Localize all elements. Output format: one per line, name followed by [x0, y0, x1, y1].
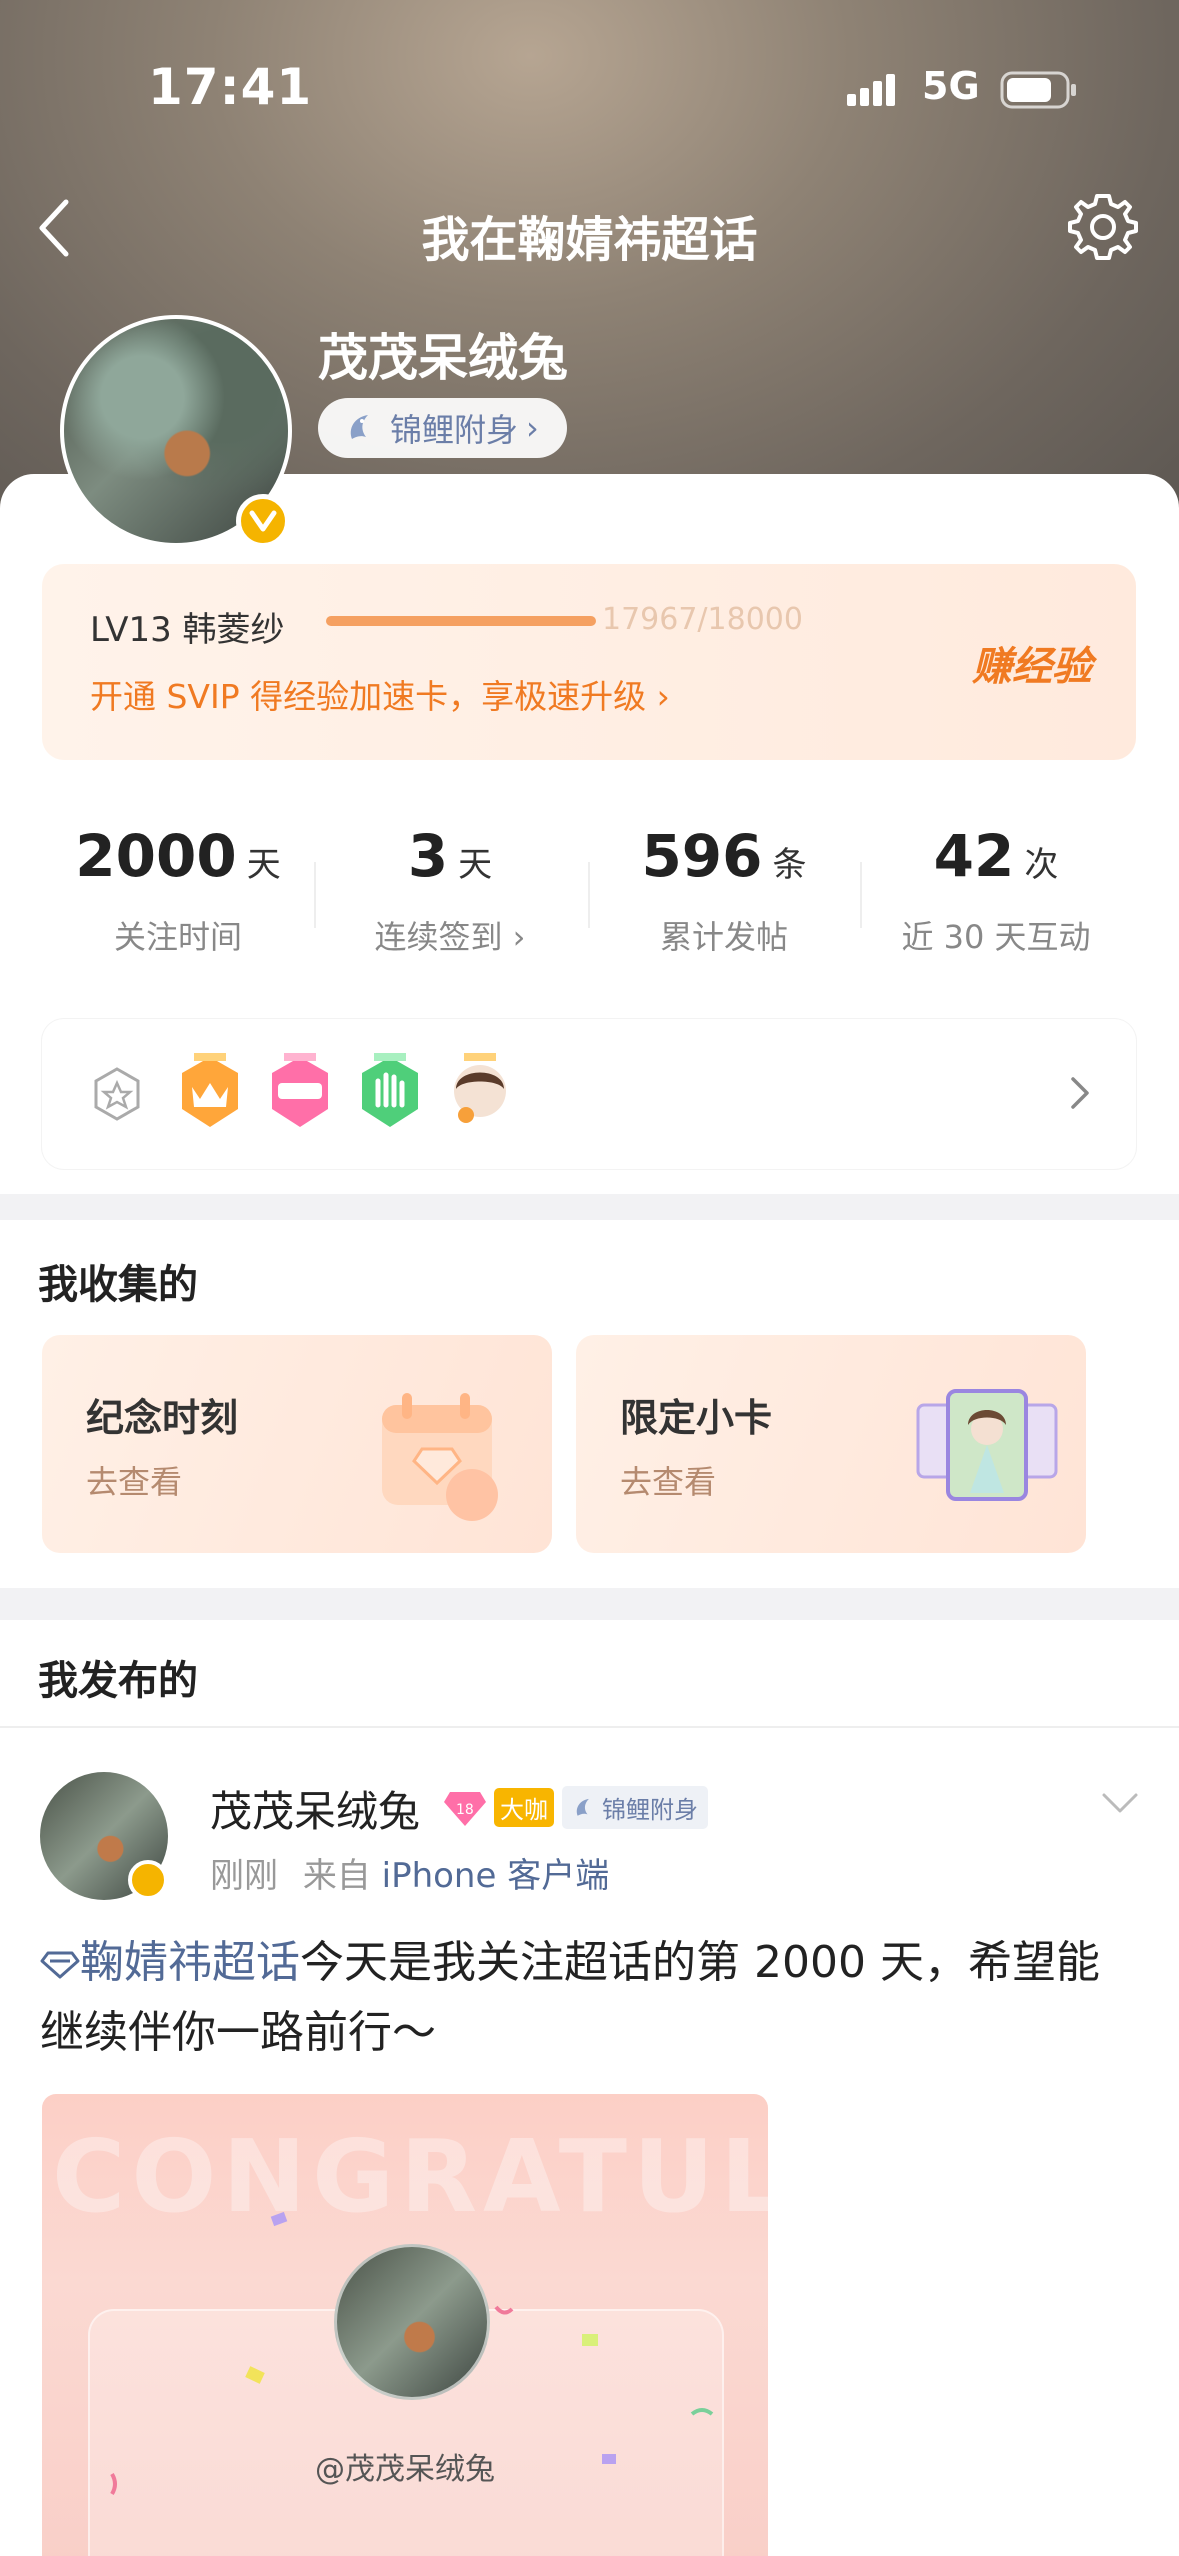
nav-bar: 我在鞠婧祎超话: [0, 178, 1179, 278]
post-author-tags: 18 大咖 锦鲤附身: [442, 1786, 708, 1829]
stat-label: 连续签到 ›: [374, 918, 526, 956]
stat-label: 累计发帖: [659, 918, 788, 956]
koi-badge-button[interactable]: 锦鲤附身 ›: [318, 398, 567, 458]
koi-tag: 锦鲤附身: [562, 1786, 708, 1829]
stat-value: 596: [641, 822, 763, 890]
level-progress-text: 17967/18000: [602, 602, 803, 637]
medals-row[interactable]: [42, 1019, 1136, 1169]
stat-unit: 天: [246, 845, 281, 885]
stats-panel: 2000 天 关注时间 3天 连续签到 › 596 条 累计发帖 42 次 近 30 …: [42, 790, 1136, 990]
koi-tag-label: 锦鲤附身: [602, 1796, 698, 1824]
section-title: 我发布的: [38, 1658, 198, 1704]
cellular-signal-icon: [847, 74, 895, 106]
stat-interactions: 42 次 近 30 天互动: [860, 822, 1132, 958]
collections-section: 我收集的 纪念时刻 去查看 限定小卡 去查看: [0, 1220, 1179, 1588]
post-author-name[interactable]: 茂茂呆绒兔: [210, 1778, 420, 1839]
level-label: LV13 韩菱纱: [90, 610, 285, 650]
calendar-gift-icon: [382, 1393, 498, 1521]
commemorative-moments-card[interactable]: 纪念时刻 去查看: [42, 1335, 552, 1553]
stat-value: 42: [933, 822, 1015, 890]
card-title: 纪念时刻: [86, 1396, 239, 1440]
koi-fish-icon: [350, 415, 368, 439]
post-meta: 刚刚 来自 iPhone 客户端: [210, 1848, 609, 1897]
stat-follow-days: 2000 天 关注时间: [42, 822, 314, 958]
settings-gear-icon[interactable]: [1066, 190, 1140, 264]
level-medal-icon: [272, 1053, 328, 1127]
post-time: 刚刚: [210, 1856, 278, 1896]
battery-icon: [1000, 71, 1076, 109]
stat-unit: 天: [458, 845, 493, 885]
stat-value: 2000: [75, 822, 237, 890]
status-time: 17:41: [148, 58, 313, 116]
stat-unit: 条: [772, 845, 807, 885]
level-card[interactable]: LV13 韩菱纱 17967/18000 开通 SVIP 得经验加速卡，享极速升…: [42, 564, 1136, 760]
stat-value: 3: [407, 822, 449, 890]
character-medal-icon: [454, 1053, 506, 1123]
stat-label: 近 30 天互动: [901, 918, 1091, 956]
divider: [0, 1726, 1179, 1728]
profile-username: 茂茂呆绒兔: [318, 329, 568, 387]
verified-badge-icon: [128, 1860, 168, 1900]
stat-checkin-streak[interactable]: 3天 连续签到 ›: [314, 822, 586, 958]
level-tag-text: 18: [456, 1802, 474, 1818]
vip-tag: 大咖: [494, 1788, 554, 1827]
supertopic-link[interactable]: 鞠婧祎超话: [80, 1937, 300, 1988]
svip-promo-link[interactable]: 开通 SVIP 得经验加速卡，享极速升级 ›: [90, 670, 670, 718]
limited-cards-card[interactable]: 限定小卡 去查看: [576, 1335, 1086, 1553]
post-content: 鞠婧祎超话今天是我关注超话的第 2000 天，希望能继续伴你一路前行～: [40, 1928, 1140, 2068]
image-avatar: [334, 2244, 490, 2400]
medal-shelf-icon: [94, 1067, 140, 1121]
post-device[interactable]: iPhone 客户端: [382, 1856, 610, 1896]
koi-fish-icon: [576, 1798, 589, 1816]
card-action: 去查看: [620, 1463, 717, 1501]
crown-medal-icon: [182, 1053, 238, 1127]
hand-medal-icon: [362, 1053, 418, 1127]
card-title: 限定小卡: [620, 1396, 773, 1440]
stat-unit: 次: [1024, 845, 1059, 885]
my-posts-section: 我发布的 茂茂呆绒兔 18 大咖 锦鲤附身 刚刚 来自 iPhone 客户端 鞠…: [0, 1620, 1179, 2556]
photo-cards-icon: [916, 1389, 1058, 1501]
diamond-level-icon: 18: [444, 1791, 486, 1826]
image-handle: @茂茂呆绒兔: [315, 2452, 495, 2487]
stat-label: 关注时间: [113, 918, 242, 956]
supertopic-icon: [40, 1951, 80, 1979]
stat-posts: 596 条 累计发帖: [588, 822, 860, 958]
earn-exp-button[interactable]: 赚经验: [972, 634, 1092, 692]
status-bar: 17:41 5G: [0, 58, 1179, 118]
page-title: 我在鞠婧祎超话: [421, 212, 758, 268]
section-title: 我收集的: [38, 1262, 198, 1308]
koi-badge-label: 锦鲤附身: [390, 411, 519, 449]
level-progress-bar: [326, 616, 596, 626]
chevron-right-icon: ›: [526, 409, 539, 447]
card-action: 去查看: [86, 1463, 183, 1501]
post-image[interactable]: CONGRATULATE @茂茂呆绒兔: [42, 2094, 768, 2556]
verified-badge-icon: [236, 494, 290, 548]
chevron-right-icon: [1071, 1077, 1089, 1109]
post-from-prefix: 来自: [302, 1856, 371, 1896]
chevron-down-icon[interactable]: [1100, 1790, 1140, 1816]
profile-sheet: LV13 韩菱纱 17967/18000 开通 SVIP 得经验加速卡，享极速升…: [0, 474, 1179, 1194]
network-type: 5G: [922, 64, 980, 108]
